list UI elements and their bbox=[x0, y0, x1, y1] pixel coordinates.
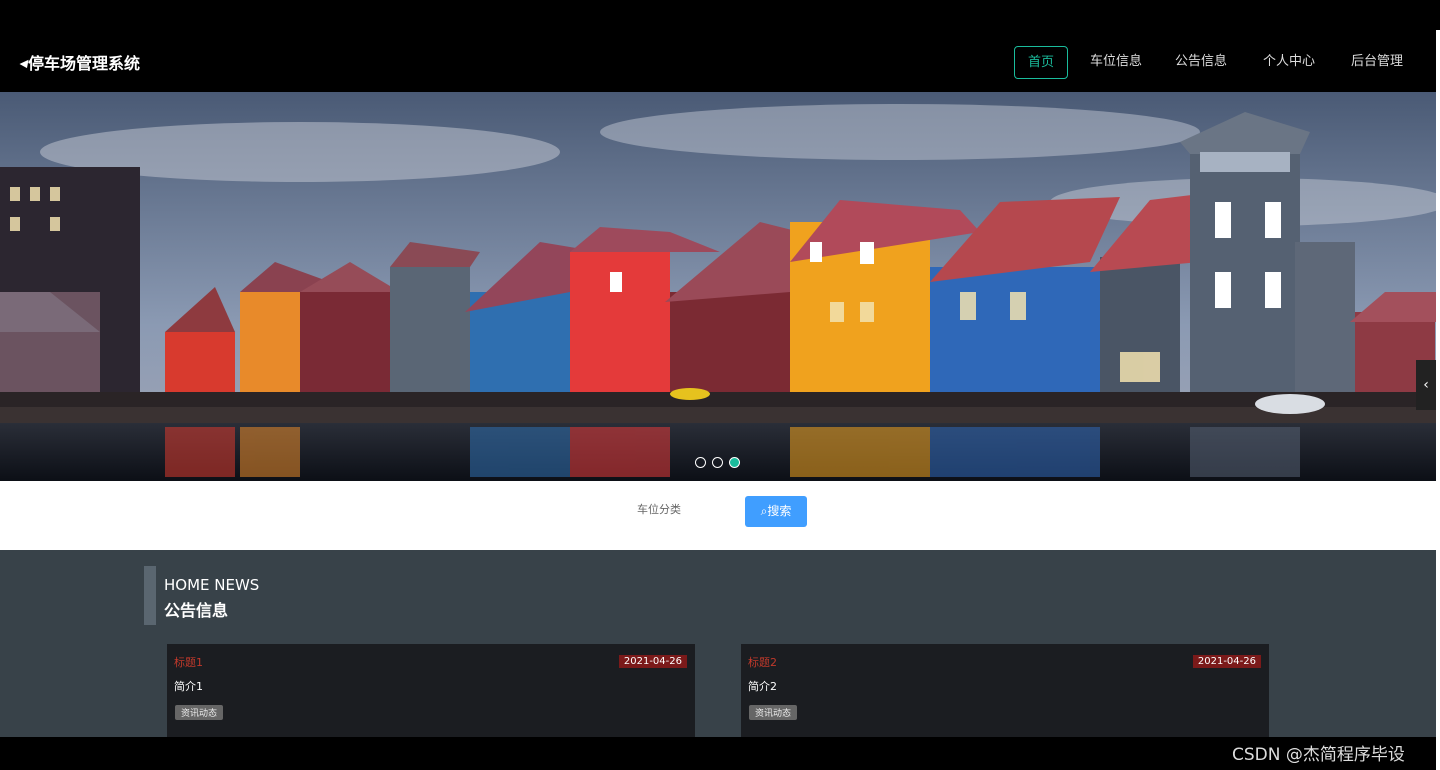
news-card-summary: 简介1 bbox=[174, 680, 203, 693]
nav-announcements[interactable]: 公告信息 bbox=[1173, 46, 1229, 77]
carousel-dot-1[interactable] bbox=[695, 457, 706, 468]
news-card-title[interactable]: 标题1 bbox=[174, 654, 203, 670]
nav-parking-info[interactable]: 车位信息 bbox=[1088, 46, 1144, 77]
news-heading-en: HOME NEWS bbox=[164, 576, 260, 594]
news-card-date: 2021-04-26 bbox=[1192, 655, 1261, 668]
carousel-dot-2[interactable] bbox=[712, 457, 723, 468]
bottom-bar bbox=[0, 737, 1440, 770]
scrollbar-track[interactable] bbox=[1436, 30, 1440, 770]
news-card-summary: 简介2 bbox=[748, 680, 777, 693]
nav-personal-center[interactable]: 个人中心 bbox=[1261, 46, 1317, 77]
nav-admin[interactable]: 后台管理 bbox=[1349, 46, 1405, 77]
app-title: 停车场管理系统 bbox=[28, 54, 141, 73]
news-heading-cn: 公告信息 bbox=[164, 601, 229, 620]
search-button[interactable]: ⌕搜索 bbox=[745, 496, 807, 527]
chevron-left-icon[interactable]: ‹ bbox=[1416, 360, 1436, 410]
news-heading-accent bbox=[144, 566, 156, 625]
search-button-label: 搜索 bbox=[767, 504, 792, 518]
news-card-date: 2021-04-26 bbox=[618, 655, 687, 668]
news-card[interactable]: 标题2 2021-04-26 简介2 资讯动态 bbox=[741, 644, 1269, 737]
nav-home[interactable]: 首页 bbox=[1014, 46, 1068, 79]
news-card-tag: 资讯动态 bbox=[749, 705, 798, 720]
carousel-banner bbox=[0, 92, 1436, 481]
watermark: CSDN @杰简程序毕设 bbox=[1232, 745, 1405, 765]
news-card[interactable]: 标题1 2021-04-26 简介1 资讯动态 bbox=[167, 644, 695, 737]
carousel-dot-3[interactable] bbox=[729, 457, 740, 468]
search-category-label: 车位分类 bbox=[637, 503, 681, 516]
search-bar bbox=[0, 481, 1436, 550]
news-card-title[interactable]: 标题2 bbox=[748, 654, 777, 670]
news-card-tag: 资讯动态 bbox=[175, 705, 224, 720]
